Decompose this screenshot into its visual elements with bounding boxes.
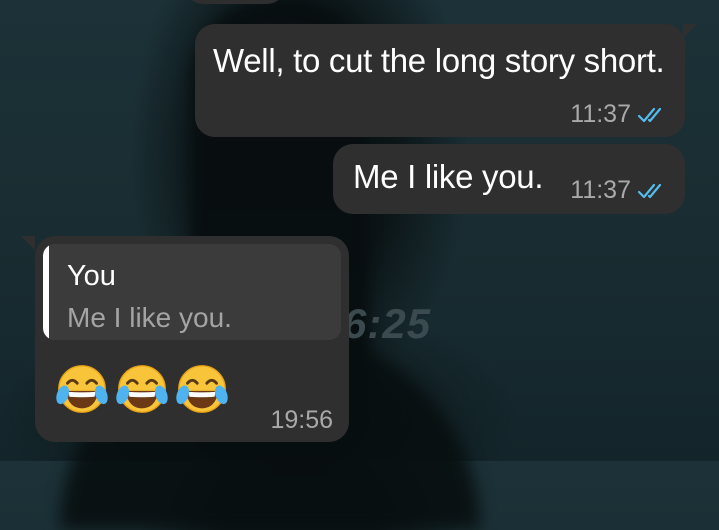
outgoing-message-bubble[interactable]: Well, to cut the long story short. 11:37 <box>195 24 697 137</box>
face-with-tears-of-joy-icon <box>176 365 228 413</box>
reply-quote-author: You <box>67 260 116 292</box>
wallpaper-clock-text: 6:25 <box>343 300 432 347</box>
emoji-message <box>53 360 231 418</box>
message-meta: 11:37 <box>570 176 667 205</box>
message-time: 11:37 <box>570 176 631 204</box>
message-text: Well, to cut the long story short. <box>213 42 665 79</box>
message-time: 11:37 <box>570 100 631 128</box>
message-meta: 11:37 <box>570 100 667 129</box>
face-with-tears-of-joy-icon <box>56 365 108 413</box>
face-with-tears-of-joy-icon <box>116 365 168 413</box>
reply-quote-bar <box>43 244 49 340</box>
message-text: Me I like you. <box>353 158 544 195</box>
reply-quote[interactable]: You Me I like you. <box>43 244 341 340</box>
message-time: 19:56 <box>270 406 333 434</box>
double-check-icon <box>637 183 662 198</box>
outgoing-message-bubble[interactable]: Me I like you. 11:37 <box>333 144 685 214</box>
double-check-icon <box>637 107 662 122</box>
incoming-message-bubble[interactable]: You Me I like you. 19:56 <box>21 236 349 442</box>
previous-message-bubble-edge <box>185 0 285 4</box>
message-meta: 19:56 <box>270 406 333 435</box>
reply-quote-text: Me I like you. <box>67 302 232 333</box>
